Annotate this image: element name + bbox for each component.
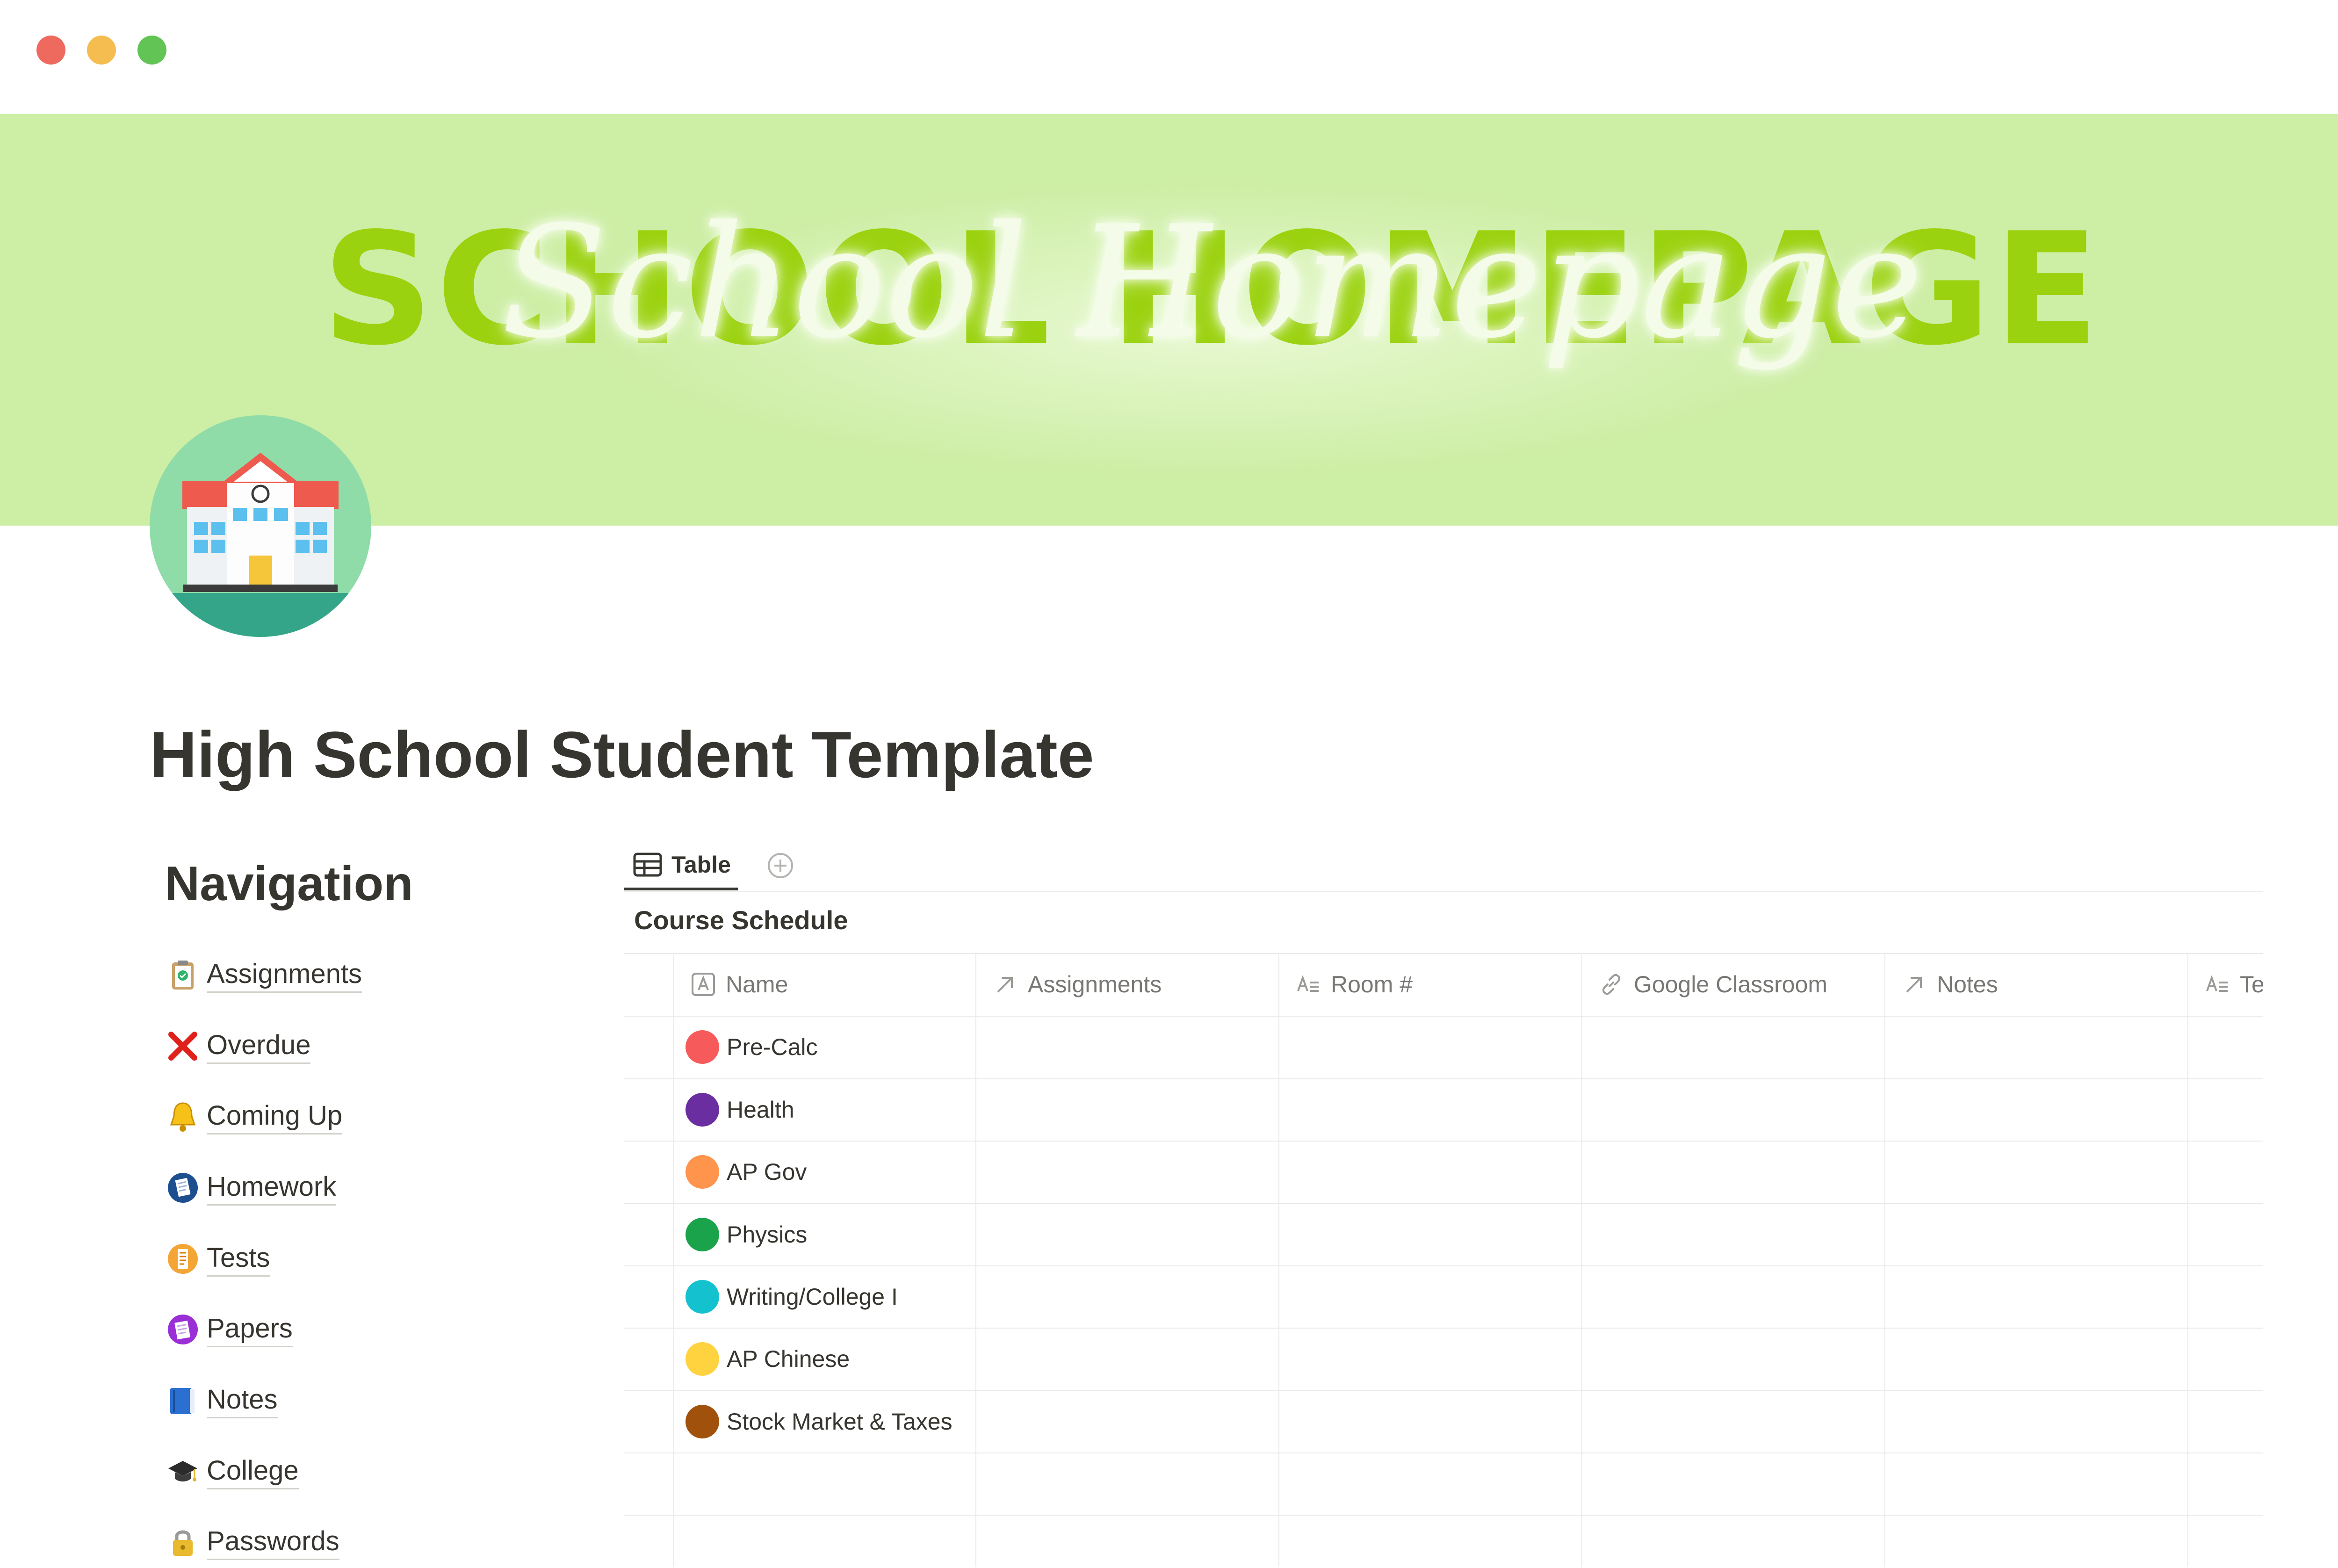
nav-item-label: Papers (207, 1312, 293, 1347)
bell-icon (165, 1098, 201, 1135)
nav-item-homework[interactable]: Homework (165, 1162, 337, 1214)
close-window-button[interactable] (36, 36, 65, 65)
course-color-dot (686, 1030, 719, 1064)
column-divider (1581, 953, 1582, 1567)
navigation-heading: Navigation (165, 857, 413, 911)
tab-table-view[interactable]: Table (624, 842, 738, 890)
nav-item-papers[interactable]: Papers (165, 1304, 293, 1355)
blue-book-icon (165, 1382, 201, 1419)
table-divider (624, 1203, 2263, 1204)
nav-item-assignments[interactable]: Assignments (165, 949, 362, 1001)
course-name: Pre-Calc (727, 1034, 818, 1060)
title-property-icon (691, 972, 715, 997)
course-color-dot (686, 1342, 719, 1376)
nav-item-overdue[interactable]: Overdue (165, 1020, 311, 1072)
text-property-icon (1296, 972, 1321, 997)
column-header-assignments[interactable]: Assignments (976, 953, 1278, 1016)
homework-icon (165, 1170, 201, 1206)
table-row[interactable]: Stock Market & Taxes (673, 1390, 953, 1453)
nav-item-label: Notes (207, 1383, 278, 1418)
table-row[interactable]: AP Chinese (673, 1328, 850, 1390)
relation-arrow-icon (993, 972, 1017, 997)
course-name: AP Chinese (727, 1346, 850, 1372)
nav-item-label: Coming Up (207, 1099, 343, 1134)
lock-icon (165, 1524, 201, 1561)
column-header-label: Assignments (1028, 971, 1162, 997)
add-view-icon[interactable] (767, 852, 794, 879)
nav-item-label: Homework (207, 1170, 337, 1206)
course-name: Stock Market & Taxes (727, 1409, 953, 1435)
maximize-window-button[interactable] (137, 36, 166, 65)
course-name: Health (727, 1097, 794, 1123)
course-schedule-table: Name Assignments Room # Google Classroom… (624, 953, 2263, 1567)
table-row[interactable]: Physics (673, 1203, 807, 1266)
link-icon (1599, 972, 1624, 997)
graduation-cap-icon (165, 1453, 201, 1490)
papers-icon (165, 1311, 201, 1348)
database-view-tabs: Table (624, 837, 2263, 892)
column-header-label: Room # (1331, 971, 1413, 997)
text-property-icon (2205, 972, 2230, 997)
table-row[interactable]: Health (673, 1078, 794, 1141)
window-titlebar (0, 0, 2338, 114)
table-divider (624, 1016, 2263, 1017)
course-color-dot (686, 1218, 719, 1251)
page-title[interactable]: High School Student Template (150, 715, 1094, 794)
column-header-google-classroom[interactable]: Google Classroom (1582, 953, 1884, 1016)
nav-item-coming-up[interactable]: Coming Up (165, 1091, 343, 1142)
column-header-truncated[interactable]: Te (2188, 953, 2263, 1016)
nav-item-tests[interactable]: Tests (165, 1233, 270, 1285)
test-paper-icon (165, 1241, 201, 1277)
table-divider (624, 1141, 2263, 1142)
school-building-icon[interactable] (150, 415, 371, 637)
course-color-dot (686, 1093, 719, 1127)
table-row[interactable]: Pre-Calc (673, 1016, 817, 1078)
database-title[interactable]: Course Schedule (634, 905, 848, 935)
column-header-notes[interactable]: Notes (1885, 953, 2187, 1016)
nav-item-label: College (207, 1454, 299, 1489)
column-header-label: Google Classroom (1634, 971, 1828, 997)
course-color-dot (686, 1155, 719, 1189)
course-name: Writing/College I (727, 1284, 898, 1310)
nav-item-passwords[interactable]: Passwords (165, 1517, 339, 1568)
column-header-name[interactable]: Name (674, 953, 975, 1016)
table-row[interactable]: AP Gov (673, 1141, 807, 1203)
column-header-label: Name (726, 971, 788, 997)
course-name: AP Gov (727, 1159, 807, 1185)
table-icon (633, 853, 662, 877)
nav-item-college[interactable]: College (165, 1446, 299, 1497)
tab-table-label: Table (671, 852, 731, 878)
nav-item-label: Passwords (207, 1525, 339, 1560)
column-header-label: Notes (1937, 971, 1998, 997)
nav-item-notes[interactable]: Notes (165, 1375, 278, 1426)
course-color-dot (686, 1280, 719, 1314)
nav-item-label: Assignments (207, 957, 362, 993)
minimize-window-button[interactable] (87, 36, 116, 65)
cover-script-text: School Homepage (501, 193, 1923, 372)
column-divider (2187, 953, 2188, 1567)
column-divider (1278, 953, 1279, 1567)
column-divider (975, 953, 976, 1567)
column-header-label: Te (2240, 971, 2263, 997)
nav-item-label: Tests (207, 1241, 270, 1277)
nav-item-label: Overdue (207, 1028, 311, 1064)
column-divider (1884, 953, 1885, 1567)
relation-arrow-icon (1902, 972, 1927, 997)
table-divider (624, 1078, 2263, 1079)
clipboard-check-icon (165, 957, 201, 993)
course-color-dot (686, 1405, 719, 1438)
column-header-room[interactable]: Room # (1279, 953, 1581, 1016)
table-divider (624, 1515, 2263, 1516)
cross-mark-icon (165, 1028, 201, 1064)
course-name: Physics (727, 1221, 808, 1248)
table-row[interactable]: Writing/College I (673, 1265, 898, 1328)
